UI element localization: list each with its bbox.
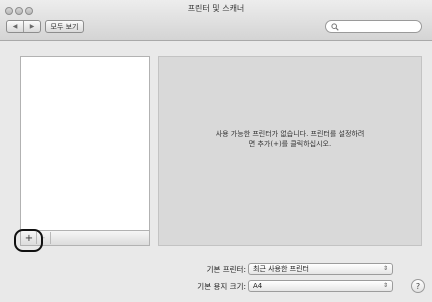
default-printer-value: 최근 사용한 프린터 bbox=[253, 265, 309, 273]
paper-size-label: 기본 용지 크기: bbox=[197, 282, 246, 291]
add-printer-button[interactable]: + bbox=[22, 232, 37, 244]
search-input[interactable] bbox=[325, 20, 422, 33]
back-forward-control: ◀ ▶ bbox=[6, 20, 41, 33]
show-all-button[interactable]: 모두 보기 bbox=[45, 20, 84, 33]
default-printer-label: 기본 프린터: bbox=[206, 265, 246, 274]
paper-size-value: A4 bbox=[253, 282, 263, 290]
select-arrows-icon: ⇕ bbox=[382, 282, 388, 289]
printers-scanners-window: 프린터 및 스캐너 ◀ ▶ 모두 보기 + - 사용 가능한 프린터가 없습니다… bbox=[0, 0, 432, 302]
title-bar: 프린터 및 스캐너 ◀ ▶ 모두 보기 bbox=[0, 0, 432, 41]
printer-list[interactable] bbox=[20, 56, 150, 231]
forward-button[interactable]: ▶ bbox=[23, 21, 40, 32]
back-button[interactable]: ◀ bbox=[7, 21, 23, 32]
window-title: 프린터 및 스캐너 bbox=[187, 4, 245, 13]
select-arrows-icon: ⇕ bbox=[382, 265, 388, 272]
printer-detail-panel: 사용 가능한 프린터가 없습니다. 프린터를 설정하려면 추가(+)를 클릭하십… bbox=[158, 56, 422, 246]
default-printer-select[interactable]: 최근 사용한 프린터 ⇕ bbox=[248, 263, 393, 275]
search-icon bbox=[331, 23, 339, 31]
no-printers-message: 사용 가능한 프린터가 없습니다. 프린터를 설정하려면 추가(+)를 클릭하십… bbox=[215, 130, 365, 148]
paper-size-select[interactable]: A4 ⇕ bbox=[248, 280, 393, 292]
remove-printer-button[interactable]: - bbox=[37, 232, 51, 244]
help-button[interactable]: ? bbox=[411, 279, 425, 293]
